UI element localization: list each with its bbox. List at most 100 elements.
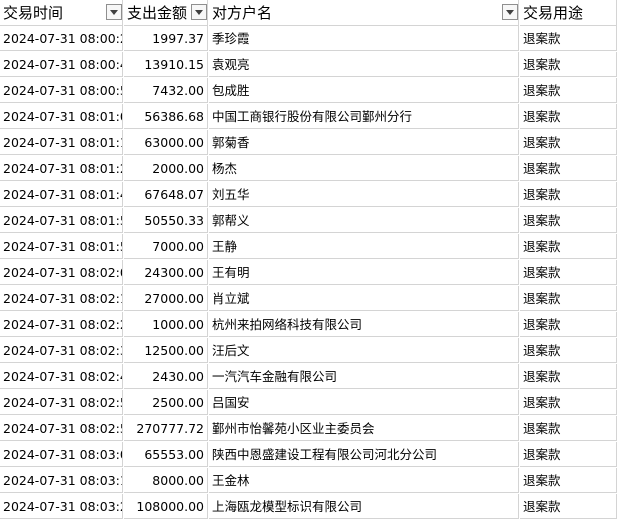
- cell-time[interactable]: 2024-07-31 08:03:14: [0, 468, 123, 493]
- header-cell-purpose[interactable]: 交易用途: [520, 0, 617, 26]
- cell-purpose[interactable]: 退案款: [520, 390, 617, 415]
- filter-dropdown-icon[interactable]: [502, 4, 518, 20]
- header-label-amount: 支出金额: [127, 4, 188, 22]
- cell-purpose[interactable]: 退案款: [520, 494, 617, 519]
- cell-purpose[interactable]: 退案款: [520, 182, 617, 207]
- cell-time[interactable]: 2024-07-31 08:02:25: [0, 312, 123, 337]
- cell-purpose[interactable]: 退案款: [520, 260, 617, 285]
- table-row: 2024-07-31 08:01:51 50550.33 郭帮义 退案款: [0, 208, 617, 234]
- cell-purpose[interactable]: 退案款: [520, 234, 617, 259]
- cell-amount[interactable]: 56386.68: [124, 104, 208, 129]
- cell-time[interactable]: 2024-07-31 08:00:41: [0, 52, 123, 77]
- filter-dropdown-icon[interactable]: [191, 4, 207, 20]
- cell-counterparty[interactable]: 郭帮义: [209, 208, 519, 233]
- cell-time[interactable]: 2024-07-31 08:00:24: [0, 26, 123, 51]
- cell-amount[interactable]: 108000.00: [124, 494, 208, 519]
- cell-amount[interactable]: 1000.00: [124, 312, 208, 337]
- cell-amount[interactable]: 63000.00: [124, 130, 208, 155]
- cell-counterparty[interactable]: 中国工商银行股份有限公司鄞州分行: [209, 104, 519, 129]
- cell-time[interactable]: 2024-07-31 08:01:16: [0, 130, 123, 155]
- cell-counterparty[interactable]: 王静: [209, 234, 519, 259]
- table-row: 2024-07-31 08:01:03 56386.68 中国工商银行股份有限公司鄞…: [0, 104, 617, 130]
- cell-amount[interactable]: 8000.00: [124, 468, 208, 493]
- table-row: 2024-07-31 08:02:41 2430.00 一汽汽车金融有限公司 退案款: [0, 364, 617, 390]
- cell-purpose[interactable]: 退案款: [520, 286, 617, 311]
- cell-counterparty[interactable]: 王有明: [209, 260, 519, 285]
- cell-amount[interactable]: 2000.00: [124, 156, 208, 181]
- cell-purpose[interactable]: 退案款: [520, 156, 617, 181]
- cell-time[interactable]: 2024-07-31 08:02:41: [0, 364, 123, 389]
- cell-time[interactable]: 2024-07-31 08:01:59: [0, 234, 123, 259]
- cell-amount[interactable]: 24300.00: [124, 260, 208, 285]
- table-row: 2024-07-31 08:01:16 63000.00 郭菊香 退案款: [0, 130, 617, 156]
- cell-amount[interactable]: 13910.15: [124, 52, 208, 77]
- cell-purpose[interactable]: 退案款: [520, 442, 617, 467]
- cell-purpose[interactable]: 退案款: [520, 208, 617, 233]
- table-row: 2024-07-31 08:00:53 7432.00 包成胜 退案款: [0, 78, 617, 104]
- header-label-counterparty: 对方户名: [212, 4, 273, 22]
- header-cell-amount[interactable]: 支出金额: [124, 0, 208, 26]
- table-row: 2024-07-31 08:02:25 1000.00 杭州来拍网络科技有限公司 退案…: [0, 312, 617, 338]
- cell-time[interactable]: 2024-07-31 08:02:50: [0, 390, 123, 415]
- cell-counterparty[interactable]: 刘五华: [209, 182, 519, 207]
- cell-amount[interactable]: 65553.00: [124, 442, 208, 467]
- cell-time[interactable]: 2024-07-31 08:02:17: [0, 286, 123, 311]
- cell-amount[interactable]: 50550.33: [124, 208, 208, 233]
- cell-purpose[interactable]: 退案款: [520, 104, 617, 129]
- cell-time[interactable]: 2024-07-31 08:01:03: [0, 104, 123, 129]
- cell-counterparty[interactable]: 杨杰: [209, 156, 519, 181]
- cell-counterparty[interactable]: 袁观亮: [209, 52, 519, 77]
- cell-purpose[interactable]: 退案款: [520, 130, 617, 155]
- cell-counterparty[interactable]: 鄞州市怡馨苑小区业主委员会: [209, 416, 519, 441]
- cell-counterparty[interactable]: 杭州来拍网络科技有限公司: [209, 312, 519, 337]
- cell-purpose[interactable]: 退案款: [520, 312, 617, 337]
- cell-time[interactable]: 2024-07-31 08:01:51: [0, 208, 123, 233]
- cell-purpose[interactable]: 退案款: [520, 338, 617, 363]
- cell-purpose[interactable]: 退案款: [520, 52, 617, 77]
- cell-amount[interactable]: 270777.72: [124, 416, 208, 441]
- cell-counterparty[interactable]: 肖立斌: [209, 286, 519, 311]
- cell-purpose[interactable]: 退案款: [520, 416, 617, 441]
- cell-time[interactable]: 2024-07-31 08:01:40: [0, 182, 123, 207]
- cell-time[interactable]: 2024-07-31 08:02:08: [0, 260, 123, 285]
- cell-counterparty[interactable]: 王金林: [209, 468, 519, 493]
- cell-counterparty[interactable]: 郭菊香: [209, 130, 519, 155]
- cell-amount[interactable]: 27000.00: [124, 286, 208, 311]
- table-row: 2024-07-31 08:00:24 1997.37 季珍霞 退案款: [0, 26, 617, 52]
- cell-counterparty[interactable]: 吕国安: [209, 390, 519, 415]
- header-row: 交易时间 支出金额 对方户名 交易用途: [0, 0, 617, 26]
- cell-counterparty[interactable]: 包成胜: [209, 78, 519, 103]
- table-row: 2024-07-31 08:03:23 108000.00 上海瓯龙模型标识有限公司…: [0, 494, 617, 520]
- cell-time[interactable]: 2024-07-31 08:03:07: [0, 442, 123, 467]
- cell-purpose[interactable]: 退案款: [520, 78, 617, 103]
- table-row: 2024-07-31 08:02:08 24300.00 王有明 退案款: [0, 260, 617, 286]
- cell-purpose[interactable]: 退案款: [520, 26, 617, 51]
- cell-amount[interactable]: 12500.00: [124, 338, 208, 363]
- cell-counterparty[interactable]: 上海瓯龙模型标识有限公司: [209, 494, 519, 519]
- cell-time[interactable]: 2024-07-31 08:03:23: [0, 494, 123, 519]
- cell-amount[interactable]: 2500.00: [124, 390, 208, 415]
- header-cell-counterparty[interactable]: 对方户名: [209, 0, 519, 26]
- table-row: 2024-07-31 08:03:07 65553.00 陕西中恩盛建设工程有限公司…: [0, 442, 617, 468]
- cell-amount[interactable]: 7432.00: [124, 78, 208, 103]
- table-row: 2024-07-31 08:01:59 7000.00 王静 退案款: [0, 234, 617, 260]
- cell-time[interactable]: 2024-07-31 08:00:53: [0, 78, 123, 103]
- cell-counterparty[interactable]: 汪后文: [209, 338, 519, 363]
- cell-purpose[interactable]: 退案款: [520, 364, 617, 389]
- table-row: 2024-07-31 08:02:17 27000.00 肖立斌 退案款: [0, 286, 617, 312]
- spreadsheet: 交易时间 支出金额 对方户名 交易用途 2024-07-31 08:00:24 1…: [0, 0, 617, 525]
- cell-amount[interactable]: 7000.00: [124, 234, 208, 259]
- cell-counterparty[interactable]: 一汽汽车金融有限公司: [209, 364, 519, 389]
- filter-dropdown-icon[interactable]: [106, 4, 122, 20]
- cell-purpose[interactable]: 退案款: [520, 468, 617, 493]
- cell-amount[interactable]: 1997.37: [124, 26, 208, 51]
- cell-counterparty[interactable]: 陕西中恩盛建设工程有限公司河北分公司: [209, 442, 519, 467]
- cell-time[interactable]: 2024-07-31 08:02:58: [0, 416, 123, 441]
- header-cell-time[interactable]: 交易时间: [0, 0, 123, 26]
- cell-counterparty[interactable]: 季珍霞: [209, 26, 519, 51]
- table-row: 2024-07-31 08:03:14 8000.00 王金林 退案款: [0, 468, 617, 494]
- cell-time[interactable]: 2024-07-31 08:02:33: [0, 338, 123, 363]
- cell-time[interactable]: 2024-07-31 08:01:27: [0, 156, 123, 181]
- cell-amount[interactable]: 2430.00: [124, 364, 208, 389]
- cell-amount[interactable]: 67648.07: [124, 182, 208, 207]
